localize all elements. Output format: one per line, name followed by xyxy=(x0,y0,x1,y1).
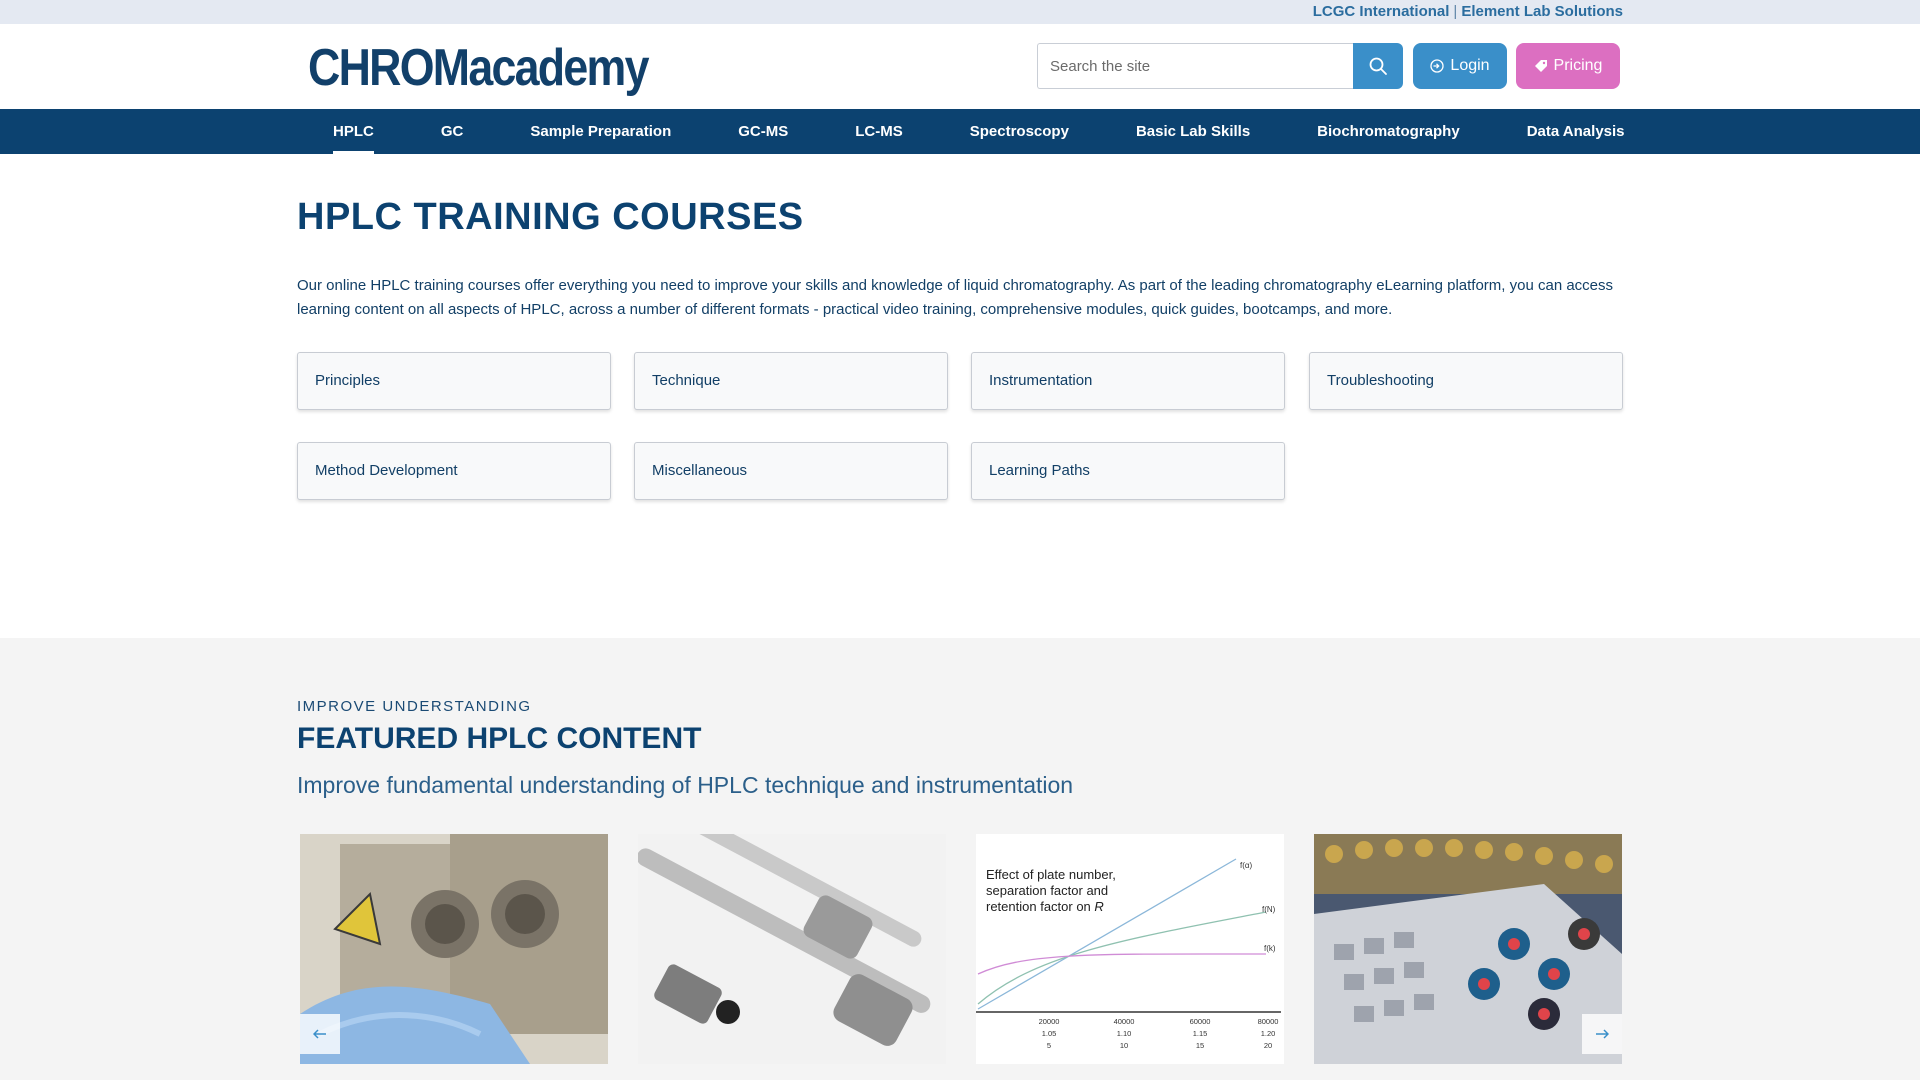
partner-links: LCGC International | Element Lab Solutions xyxy=(1313,3,1623,20)
nav-item-gc-ms[interactable]: GC-MS xyxy=(738,109,788,154)
hplc-pump-image xyxy=(300,834,608,1064)
featured-card-2[interactable] xyxy=(638,834,946,1064)
x-tick-label: 60000 xyxy=(1190,1017,1211,1026)
svg-text:retention factor on R: retention factor on R xyxy=(986,899,1104,914)
category-instrumentation[interactable]: Instrumentation xyxy=(971,352,1285,410)
x-tick-label: 1.05 xyxy=(1042,1029,1057,1038)
x-tick-label: 1.20 xyxy=(1261,1029,1276,1038)
resolution-chart-image: Effect of plate number, separation facto… xyxy=(976,834,1284,1064)
nav-item-data-analysis[interactable]: Data Analysis xyxy=(1527,109,1625,154)
x-tick-label: 40000 xyxy=(1114,1017,1135,1026)
page-title: HPLC TRAINING COURSES xyxy=(297,196,804,238)
pricing-label: Pricing xyxy=(1553,57,1603,74)
category-troubleshooting[interactable]: Troubleshooting xyxy=(1309,352,1623,410)
section-title: FEATURED HPLC CONTENT xyxy=(297,722,702,755)
search-icon xyxy=(1369,57,1387,75)
site-header: CHROMacademy Login Pricing xyxy=(0,24,1920,109)
pricing-button[interactable]: Pricing xyxy=(1516,43,1620,89)
category-principles[interactable]: Principles xyxy=(297,352,611,410)
curve-label-n: f(N) xyxy=(1262,905,1276,914)
login-icon xyxy=(1430,59,1445,73)
category-technique[interactable]: Technique xyxy=(634,352,948,410)
login-button[interactable]: Login xyxy=(1413,43,1507,89)
search-input[interactable] xyxy=(1037,43,1353,89)
featured-card-3[interactable]: Effect of plate number, separation facto… xyxy=(976,834,1284,1064)
arrow-right-icon xyxy=(1596,1029,1609,1039)
x-tick-label: 5 xyxy=(1047,1041,1051,1050)
curve-label-alpha: f(α) xyxy=(1240,861,1253,870)
x-tick-label: 20 xyxy=(1264,1041,1272,1050)
x-tick-label: 1.10 xyxy=(1117,1029,1132,1038)
curve-label-k: f(k) xyxy=(1264,944,1276,953)
featured-card-1[interactable] xyxy=(300,834,608,1064)
site-logo[interactable]: CHROMacademy xyxy=(308,38,649,98)
nav-item-biochromatography[interactable]: Biochromatography xyxy=(1317,109,1460,154)
category-miscellaneous[interactable]: Miscellaneous xyxy=(634,442,948,500)
carousel-prev-button[interactable] xyxy=(300,1014,340,1054)
chart-title-symbol: R xyxy=(1094,899,1103,914)
arrow-left-icon xyxy=(313,1029,326,1039)
nav-item-hplc[interactable]: HPLC xyxy=(333,109,374,154)
section-eyebrow: IMPROVE UNDERSTANDING xyxy=(297,698,532,715)
x-tick-label: 10 xyxy=(1120,1041,1128,1050)
link-separator: | xyxy=(1453,3,1458,20)
site-search xyxy=(1037,43,1403,89)
carousel-next-button[interactable] xyxy=(1582,1014,1622,1054)
x-tick-label: 1.15 xyxy=(1193,1029,1208,1038)
chart-title-line3: retention factor on xyxy=(986,899,1091,914)
nav-item-gc[interactable]: GC xyxy=(441,109,464,154)
category-learning-paths[interactable]: Learning Paths xyxy=(971,442,1285,500)
top-utility-bar: LCGC International | Element Lab Solutions xyxy=(0,0,1920,24)
x-tick-label: 15 xyxy=(1196,1041,1204,1050)
x-tick-label: 80000 xyxy=(1258,1017,1279,1026)
search-button[interactable] xyxy=(1353,43,1403,89)
tag-icon xyxy=(1534,60,1547,72)
chart-title-line1: Effect of plate number, xyxy=(986,867,1116,882)
featured-card-4[interactable] xyxy=(1314,834,1622,1064)
lcgc-international-link[interactable]: LCGC International xyxy=(1313,3,1450,20)
featured-content-section: IMPROVE UNDERSTANDING FEATURED HPLC CONT… xyxy=(0,638,1920,1080)
section-subtitle: Improve fundamental understanding of HPL… xyxy=(297,772,1074,798)
courses-section: HPLC TRAINING COURSES Our online HPLC tr… xyxy=(0,154,1920,638)
main-navigation: HPLC GC Sample Preparation GC-MS LC-MS S… xyxy=(0,109,1920,154)
hplc-columns-image xyxy=(638,834,946,1064)
nav-item-basic-lab-skills[interactable]: Basic Lab Skills xyxy=(1136,109,1250,154)
nav-item-spectroscopy[interactable]: Spectroscopy xyxy=(970,109,1069,154)
category-method-development[interactable]: Method Development xyxy=(297,442,611,500)
sample-vials-image xyxy=(1314,834,1622,1064)
login-label: Login xyxy=(1450,57,1490,74)
intro-text: Our online HPLC training courses offer e… xyxy=(297,277,1614,318)
chart-title-line2: separation factor and xyxy=(986,883,1108,898)
nav-item-lc-ms[interactable]: LC-MS xyxy=(855,109,903,154)
element-lab-solutions-link[interactable]: Element Lab Solutions xyxy=(1461,3,1623,20)
nav-item-sample-preparation[interactable]: Sample Preparation xyxy=(530,109,671,154)
x-tick-label: 20000 xyxy=(1039,1017,1060,1026)
